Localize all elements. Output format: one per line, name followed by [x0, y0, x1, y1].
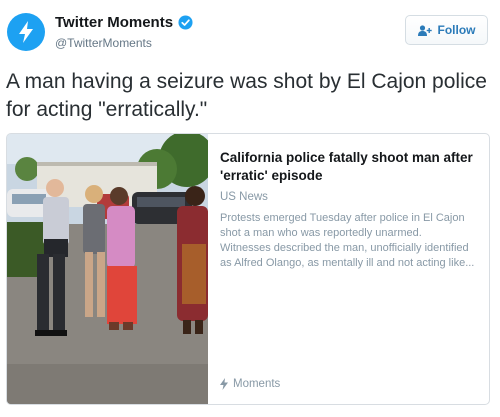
follow-button[interactable]: Follow: [405, 15, 488, 45]
lightning-bolt-icon: [19, 21, 33, 43]
card-footer[interactable]: Moments: [220, 378, 280, 390]
follow-person-plus-icon: [417, 24, 432, 36]
photo-police-and-witnesses: [7, 134, 208, 404]
tweet-text: A man having a seizure was shot by El Ca…: [6, 70, 487, 121]
follow-button-label: Follow: [437, 23, 476, 37]
lightning-bolt-icon: [220, 378, 228, 390]
account-name-row[interactable]: Twitter Moments: [55, 14, 193, 31]
account-name[interactable]: Twitter Moments: [55, 14, 173, 31]
card-description: Protests emerged Tuesday after police in…: [220, 212, 475, 269]
card-source: US News: [220, 191, 268, 203]
card-footer-label: Moments: [233, 378, 281, 390]
card-photo[interactable]: [7, 134, 208, 404]
verified-badge-icon: [178, 15, 193, 30]
moment-card[interactable]: California police fatally shoot man afte…: [6, 133, 490, 405]
card-body[interactable]: California police fatally shoot man afte…: [208, 134, 489, 404]
account-handle[interactable]: @TwitterMoments: [55, 36, 152, 50]
avatar[interactable]: [7, 13, 45, 51]
card-title[interactable]: California police fatally shoot man afte…: [220, 149, 475, 185]
